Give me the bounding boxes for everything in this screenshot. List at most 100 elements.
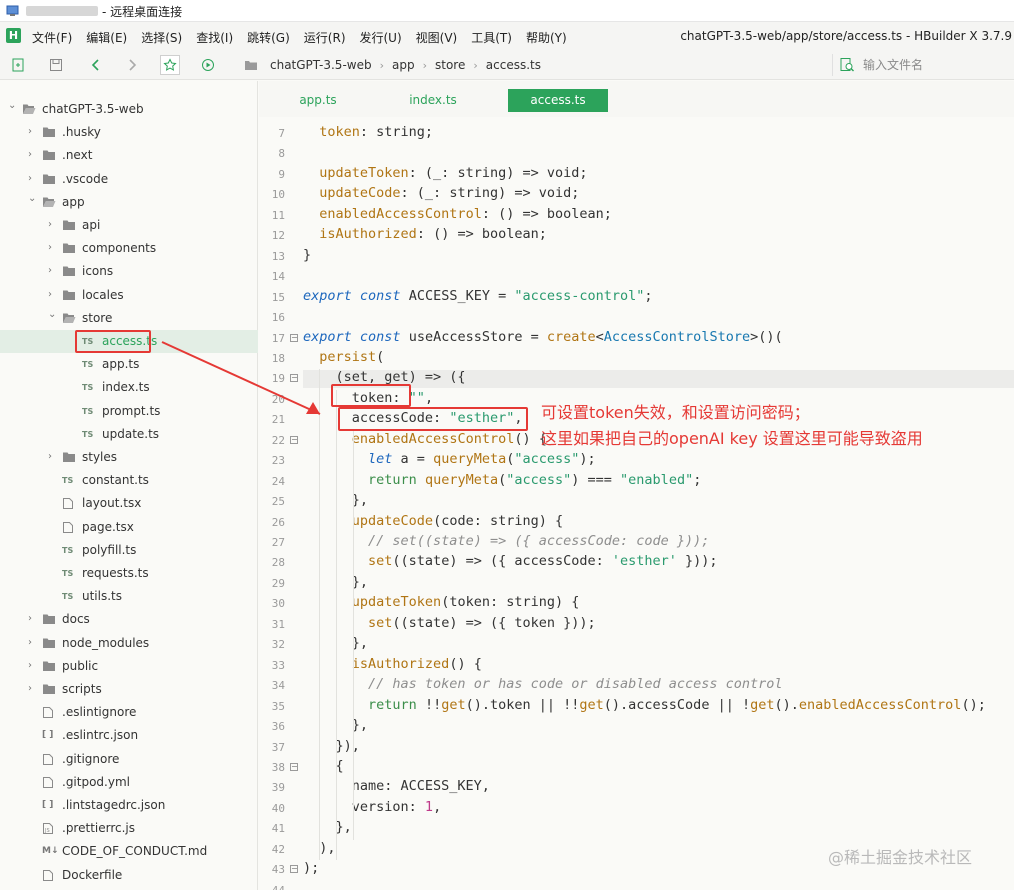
folder-icon	[42, 613, 56, 626]
breadcrumb-item[interactable]: access.ts	[486, 58, 541, 72]
chevron-right-icon[interactable]: ›	[28, 683, 38, 695]
tree-item[interactable]: TS utils.ts	[0, 585, 258, 608]
tree-item[interactable]: .gitignore	[0, 748, 258, 771]
tree-item-label: index.ts	[102, 380, 150, 395]
menu-item-3[interactable]: 查找(I)	[196, 29, 233, 46]
title-bar: - 远程桌面连接	[0, 0, 1014, 22]
tree-item[interactable]: › .vscode	[0, 168, 258, 191]
line-number: 8	[278, 147, 285, 161]
tab-2[interactable]: access.ts	[508, 89, 608, 112]
tree-item[interactable]: ⌄ chatGPT-3.5-web	[0, 98, 258, 121]
tree-item[interactable]: page.tsx	[0, 516, 258, 539]
menu-item-5[interactable]: 运行(R)	[304, 29, 346, 46]
save-icon[interactable]	[46, 55, 66, 75]
menu-item-0[interactable]: 文件(F)	[32, 29, 72, 46]
tree-item[interactable]: › docs	[0, 608, 258, 631]
file-search-input[interactable]	[863, 56, 1003, 74]
line-number: 25	[271, 495, 285, 509]
fold-toggle-icon[interactable]: −	[290, 865, 298, 874]
breadcrumb-item[interactable]: chatGPT-3.5-web	[270, 58, 372, 72]
tree-item[interactable]: › scripts	[0, 678, 258, 701]
tree-item[interactable]: › api	[0, 214, 258, 237]
tree-item-label: polyfill.ts	[82, 542, 137, 557]
chevron-right-icon[interactable]: ›	[48, 289, 58, 301]
tree-item[interactable]: .gitpod.yml	[0, 771, 258, 794]
chevron-right-icon[interactable]: ›	[28, 173, 38, 185]
tree-item-label: utils.ts	[82, 589, 123, 604]
menu-item-1[interactable]: 编辑(E)	[86, 29, 127, 46]
code-line: let a = queryMeta("access");	[368, 451, 596, 468]
chevron-right-icon[interactable]: ›	[28, 149, 38, 161]
run-icon[interactable]	[198, 55, 218, 75]
tree-item[interactable]: › components	[0, 237, 258, 260]
tree-item[interactable]: [ ] .eslintrc.json	[0, 724, 258, 747]
fold-toggle-icon[interactable]: −	[290, 762, 298, 771]
tree-item[interactable]: TS requests.ts	[0, 562, 258, 585]
line-number: 42	[271, 842, 285, 856]
tree-item[interactable]: .eslintignore	[0, 701, 258, 724]
breadcrumb-item[interactable]: app	[392, 58, 415, 72]
line-number: 43	[271, 863, 285, 877]
chevron-down-icon[interactable]: ⌄	[8, 100, 18, 112]
tree-item[interactable]: ⌄ app	[0, 191, 258, 214]
tree-item[interactable]: › styles	[0, 446, 258, 469]
chevron-right-icon[interactable]: ›	[28, 660, 38, 672]
forward-arrow-icon[interactable]	[122, 55, 142, 75]
tree-item[interactable]: › .husky	[0, 121, 258, 144]
chevron-right-icon[interactable]: ›	[28, 613, 38, 625]
line-number: 39	[271, 781, 285, 795]
tab-0[interactable]: app.ts	[279, 89, 357, 112]
menu-item-7[interactable]: 视图(V)	[416, 29, 458, 46]
tree-item[interactable]: [ ] .lintstagedrc.json	[0, 794, 258, 817]
chevron-down-icon[interactable]: ⌄	[48, 309, 58, 321]
menu-item-8[interactable]: 工具(T)	[471, 29, 512, 46]
tree-item-label: Dockerfile	[62, 867, 123, 882]
menu-item-2[interactable]: 选择(S)	[141, 29, 182, 46]
line-number: 37	[271, 740, 285, 754]
tree-item-label: scripts	[62, 682, 102, 696]
tree-item[interactable]: › icons	[0, 260, 258, 283]
tree-item[interactable]: TS polyfill.ts	[0, 539, 258, 562]
chevron-right-icon[interactable]: ›	[48, 242, 58, 254]
back-arrow-icon[interactable]	[86, 55, 106, 75]
tab-1[interactable]: index.ts	[389, 89, 477, 112]
chevron-right-icon[interactable]: ›	[48, 265, 58, 277]
tree-item[interactable]: › locales	[0, 284, 258, 307]
tree-item[interactable]: M↓ CODE_OF_CONDUCT.md	[0, 840, 258, 863]
tree-item-label: app	[62, 194, 85, 209]
code-line: set((state) => ({ token }));	[368, 614, 596, 631]
watermark: @稀土掘金技术社区	[828, 848, 973, 867]
indent-guide	[353, 430, 354, 840]
menu-item-4[interactable]: 跳转(G)	[247, 29, 290, 46]
tree-item[interactable]: TS constant.ts	[0, 469, 258, 492]
new-file-icon[interactable]	[8, 55, 28, 75]
code-editor: app.ts index.ts access.ts 7 token: string;…	[259, 81, 1014, 890]
folder-icon	[42, 660, 56, 673]
code-line: );	[303, 860, 320, 877]
tree-item[interactable]: › node_modules	[0, 632, 258, 655]
tree-item[interactable]: › .next	[0, 144, 258, 167]
chevron-right-icon[interactable]: ›	[48, 451, 58, 463]
tree-item-label: node_modules	[62, 635, 150, 650]
tree-item[interactable]: ⌄ store	[0, 307, 258, 330]
typescript-file-icon: TS	[62, 545, 74, 555]
menu-item-6[interactable]: 发行(U)	[360, 29, 402, 46]
chevron-right-icon[interactable]: ›	[48, 219, 58, 231]
breadcrumb: chatGPT-3.5-web › app › store › access.ts	[244, 58, 541, 72]
chevron-right-icon[interactable]: ›	[28, 637, 38, 649]
folder-icon	[42, 637, 56, 650]
favorite-star-icon[interactable]	[160, 55, 180, 75]
breadcrumb-item[interactable]: store	[435, 58, 465, 72]
line-number: 14	[271, 270, 285, 284]
tree-item[interactable]: › public	[0, 655, 258, 678]
fold-toggle-icon[interactable]: −	[290, 435, 298, 444]
line-number: 29	[271, 576, 285, 590]
tree-item[interactable]: Dockerfile	[0, 864, 258, 887]
file-icon	[42, 753, 56, 766]
tree-item[interactable]: layout.tsx	[0, 492, 258, 515]
tree-item[interactable]: JS .prettierrc.js	[0, 817, 258, 840]
chevron-down-icon[interactable]: ⌄	[28, 193, 38, 205]
menu-item-9[interactable]: 帮助(Y)	[526, 29, 567, 46]
code-line: }	[303, 246, 312, 263]
chevron-right-icon[interactable]: ›	[28, 126, 38, 138]
